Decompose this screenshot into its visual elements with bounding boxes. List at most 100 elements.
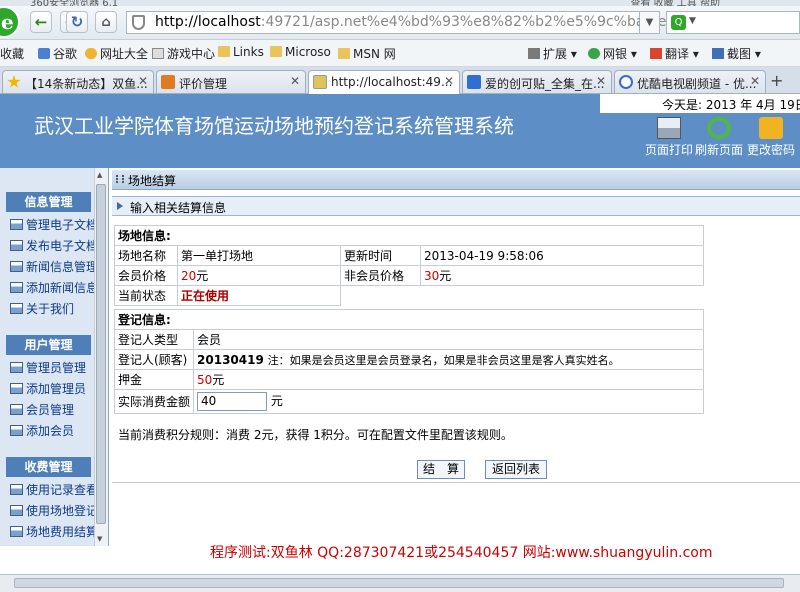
document-icon [10, 383, 23, 394]
back-to-list-button[interactable]: 返回列表 [485, 460, 547, 479]
sidebar-section-info[interactable]: 信息管理 [6, 192, 91, 212]
tab-youku[interactable]: 优酷电视剧频道 - 优... ✕ [614, 70, 766, 93]
actual-amount-unit: 元 [270, 394, 283, 408]
document-icon [10, 219, 23, 230]
content-divider [112, 482, 800, 483]
tab-weibo[interactable]: 【14条新动态】双鱼... ✕ [2, 70, 154, 93]
extensions-icon [528, 48, 540, 59]
tab-bar: 【14条新动态】双鱼... ✕ 评价管理 ✕ http://localhost:49… [0, 67, 800, 94]
document-icon [10, 240, 23, 251]
sidebar-item-venue-settlement[interactable]: 场地费用结算 [10, 523, 98, 540]
refresh-page-button[interactable]: 刷新页面 [694, 117, 744, 158]
security-shield-icon[interactable] [132, 15, 145, 30]
sidebar-item-about-us[interactable]: 关于我们 [10, 300, 74, 317]
favorite-folder-links[interactable]: Links [218, 45, 264, 59]
favorites-bar: 收藏 谷歌 网址大全 游戏中心 Links Microso MSN 网 扩展 ▾… [0, 40, 800, 67]
favorite-game-center[interactable]: 游戏中心 [152, 45, 215, 62]
sidebar: 信息管理 管理电子文档 发布电子文档 新闻信息管理 添加新闻信息 关于我们 用户… [0, 168, 109, 546]
tab-localhost[interactable]: http://localhost:49... ✕ [308, 70, 460, 94]
refresh-icon [707, 117, 731, 139]
venue-section-title: 场地信息: [114, 225, 704, 246]
extensions-button[interactable]: 扩展 ▾ [528, 45, 577, 62]
register-person-value: 20130419 [197, 352, 264, 367]
close-tab-icon[interactable]: ✕ [750, 74, 760, 88]
sidebar-section-users[interactable]: 用户管理 [6, 335, 91, 355]
scroll-up-icon[interactable]: ▲ [97, 171, 102, 179]
search-engine-dropdown-icon[interactable]: ▼ [689, 16, 696, 26]
online-banking-button[interactable]: 网银 ▾ [588, 45, 637, 62]
sidebar-item-add-news[interactable]: 添加新闻信息 [10, 279, 98, 296]
browser-nav-bar: e ← → ↻ ⌂ http://localhost:49721/asp.net… [0, 6, 800, 40]
grip-icon [116, 175, 124, 183]
new-tab-button[interactable]: + [770, 71, 783, 90]
favorite-google[interactable]: 谷歌 [38, 45, 77, 62]
sidebar-item-manage-documents[interactable]: 管理电子文档 [10, 216, 98, 233]
print-page-button[interactable]: 页面打印 [644, 117, 694, 158]
soku-icon [467, 75, 481, 89]
horizontal-scrollbar[interactable] [0, 574, 800, 592]
deposit-value: 50 [197, 373, 213, 387]
address-bar[interactable]: http://localhost:49721/asp.net%e4%bd%93%… [126, 11, 675, 34]
translate-icon [650, 48, 662, 59]
price-unit: 元 [439, 269, 452, 283]
updated-time-label: 更新时间 [340, 245, 421, 266]
sidebar-item-usage-records[interactable]: 使用记录查看 [10, 481, 98, 498]
close-tab-icon[interactable]: ✕ [444, 74, 454, 88]
sidebar-item-publish-document[interactable]: 发布电子文档 [10, 237, 98, 254]
sidebar-scrollbar[interactable]: ▲ ▼ [94, 168, 108, 546]
home-button[interactable]: ⌂ [95, 11, 117, 33]
site-directory-icon [85, 48, 97, 59]
shield-icon [588, 48, 600, 59]
actual-amount-input[interactable]: 40 [197, 392, 268, 411]
register-type-label: 登记人类型 [113, 329, 195, 350]
favorites-menu[interactable]: 收藏 [0, 45, 24, 62]
sidebar-item-member-management[interactable]: 会员管理 [10, 401, 74, 418]
system-title: 武汉工业学院体育场馆运动场地预约登记系统管理系统 [34, 114, 514, 138]
browser-logo-icon[interactable]: e [0, 6, 20, 38]
favorite-folder-microsoft[interactable]: Microso [270, 45, 331, 59]
sidebar-item-add-admin[interactable]: 添加管理员 [10, 380, 86, 397]
sidebar-item-venue-registration[interactable]: 使用场地登记 [10, 502, 98, 519]
search-engine-icon[interactable]: Q [671, 15, 686, 30]
screenshot-button[interactable]: 截图 ▾ [712, 45, 761, 62]
refresh-button[interactable]: ↻ [66, 11, 88, 33]
member-price-cell: 20元 [177, 265, 341, 286]
document-icon [10, 261, 23, 272]
sidebar-item-admin-management[interactable]: 管理员管理 [10, 359, 86, 376]
deposit-label: 押金 [113, 369, 195, 390]
favorite-site-directory[interactable]: 网址大全 [85, 45, 148, 62]
nonmember-price-cell: 30元 [420, 265, 704, 286]
close-tab-icon[interactable]: ✕ [596, 74, 606, 88]
document-icon [10, 526, 23, 537]
tab-review-management[interactable]: 评价管理 ✕ [156, 70, 306, 93]
section-subheader: 输入相关结算信息 [112, 196, 800, 216]
page-icon [161, 75, 175, 89]
sidebar-item-add-member[interactable]: 添加会员 [10, 422, 74, 439]
back-button[interactable]: ← [30, 11, 52, 33]
play-icon [619, 75, 633, 89]
close-tab-icon[interactable]: ✕ [138, 74, 148, 88]
address-dropdown-button[interactable]: ▼ [640, 11, 660, 34]
document-icon [10, 425, 23, 436]
scroll-thumb[interactable] [96, 184, 106, 524]
today-date: 今天是: 2013 年 4月 19日 [662, 98, 800, 112]
key-icon [759, 117, 783, 139]
address-url[interactable]: http://localhost:49721/asp.net%e4%bd%93%… [155, 14, 675, 30]
member-price-value: 20 [181, 269, 197, 283]
sidebar-section-charges[interactable]: 收费管理 [6, 457, 91, 477]
favorite-folder-msn[interactable]: MSN 网 [338, 45, 396, 62]
scroll-down-icon[interactable]: ▼ [97, 535, 102, 543]
folder-icon [270, 46, 282, 57]
translate-button[interactable]: 翻译 ▾ [650, 45, 699, 62]
scroll-thumb[interactable] [14, 578, 784, 588]
change-password-button[interactable]: 更改密码 [746, 117, 796, 158]
register-person-cell: 20130419 注：如果是会员这里是会员登录名，如果是非会员这里是客人真实姓名… [193, 349, 704, 370]
document-icon [10, 505, 23, 516]
sidebar-item-news-management[interactable]: 新闻信息管理 [10, 258, 98, 275]
deposit-unit: 元 [212, 373, 225, 387]
register-person-note: 注：如果是会员这里是会员登录名，如果是非会员这里是客人真实姓名。 [267, 353, 620, 367]
search-box[interactable]: Q ▼ [666, 11, 800, 34]
settle-button[interactable]: 结 算 [417, 460, 465, 479]
tab-soku[interactable]: 爱的创可贴_全集_在... ✕ [462, 70, 612, 93]
close-tab-icon[interactable]: ✕ [290, 74, 300, 88]
